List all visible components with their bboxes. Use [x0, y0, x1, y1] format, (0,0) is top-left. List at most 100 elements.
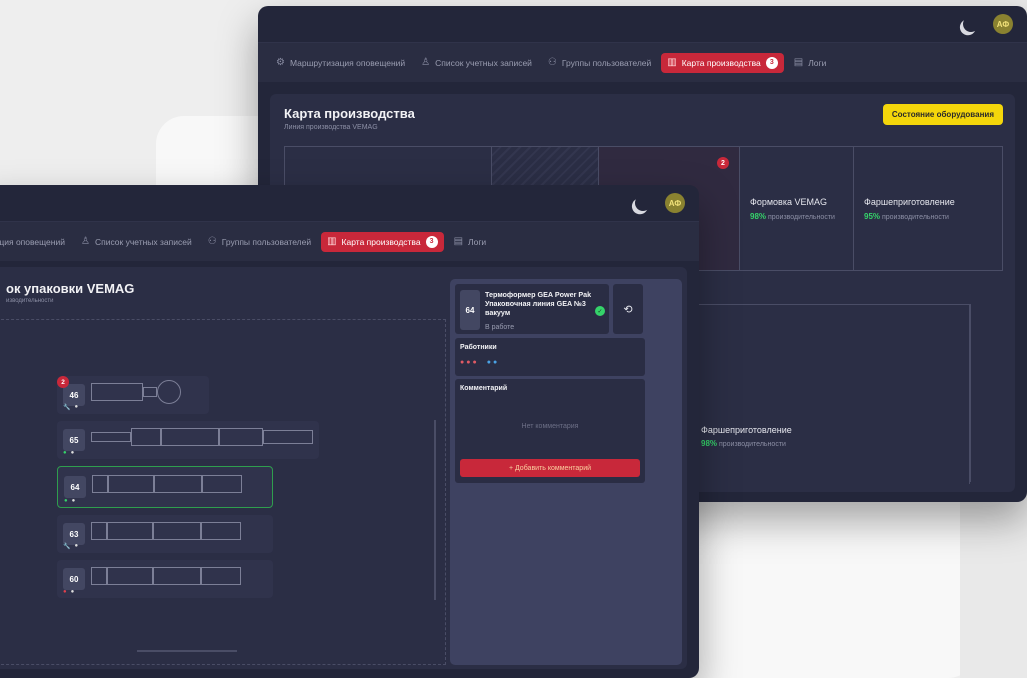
zone-performance: 98% производительности	[750, 212, 835, 221]
logs-icon: ▤	[453, 236, 464, 247]
line-status-icons: 🔧 ●	[63, 543, 78, 550]
page-title: ок упаковки VEMAG	[6, 281, 135, 296]
nav-item-logs[interactable]: ▤ Логи	[448, 232, 493, 251]
equipment-status-button[interactable]: Состояние оборудования	[882, 104, 1003, 125]
nav-item-groups[interactable]: ⚇ Группы пользователей	[542, 53, 657, 72]
machine-block	[91, 567, 107, 585]
nav-item-label: Список учетных записей	[435, 57, 532, 68]
user-icon: ♙	[80, 236, 90, 247]
zone-mince-2[interactable]: Фаршеприготовление 98% производительност…	[690, 304, 970, 484]
line-number: 63	[63, 523, 85, 545]
map-icon: ▥	[667, 57, 677, 68]
line-number: 60	[63, 568, 85, 590]
machine-name: Термоформер GEA Power Pak Упаковочная ли…	[485, 290, 592, 317]
person-icon: ●	[74, 404, 79, 410]
line-status-icons: ● ●	[63, 589, 74, 595]
horizontal-scrollbar[interactable]	[137, 650, 237, 652]
machine-card[interactable]: 64 Термоформер GEA Power Pak Упаковочная…	[455, 284, 609, 334]
machine-block	[154, 475, 202, 493]
comments-title: Комментарий	[460, 385, 508, 392]
line-row-63[interactable]: 63 🔧 ●	[57, 515, 273, 553]
machine-drawing	[91, 522, 241, 540]
worker-icon[interactable]: ●	[472, 359, 476, 366]
worker-icon[interactable]: ●	[466, 359, 470, 366]
line-map: 46 2 🔧 ● 65 ● ● 64 ● ● 63 🔧 ● 60 ● ●	[0, 319, 446, 665]
alert-badge: 2	[717, 157, 729, 169]
machine-block	[108, 475, 154, 493]
top-bar: АФ	[258, 6, 1027, 42]
map-icon: ▥	[327, 236, 337, 247]
line-status-icons: ● ●	[64, 498, 75, 504]
add-comment-button[interactable]: + Добавить комментарий	[460, 459, 640, 477]
nav-item-label: Маршрутизация оповещений	[289, 57, 406, 68]
machine-drawing	[91, 567, 241, 585]
nav-item-production-map[interactable]: ▥ Карта производства 3	[661, 52, 784, 73]
worker-icon[interactable]: ●	[460, 359, 464, 366]
main-nav: изация оповещений ♙ Список учетных запис…	[0, 221, 699, 261]
page-subtitle: изводительности	[6, 298, 54, 304]
check-icon: ✓	[595, 306, 605, 316]
line-number: 46 2	[57, 376, 85, 406]
moon-icon[interactable]	[633, 193, 654, 214]
zone-forming[interactable]: Формовка VEMAG 98% производительности	[739, 146, 854, 271]
nav-item-routing[interactable]: изация оповещений	[0, 233, 71, 251]
machine-detail-panel: 64 Термоформер GEA Power Pak Упаковочная…	[450, 279, 682, 665]
zone-performance: 95% производительности	[864, 212, 949, 221]
line-row-65[interactable]: 65 ● ●	[57, 421, 319, 459]
machine-block	[201, 522, 241, 540]
nav-item-accounts[interactable]: ♙ Список учетных записей	[415, 53, 538, 72]
worker-icon[interactable]: ●	[493, 359, 497, 366]
ok-icon: ●	[64, 498, 68, 504]
routing-icon: ⚙	[276, 57, 285, 68]
nav-item-label: Группы пользователей	[561, 57, 652, 68]
line-row-46[interactable]: 46 2 🔧 ●	[57, 376, 209, 414]
zone-performance: 98% производительности	[701, 439, 786, 448]
nav-item-routing[interactable]: ⚙ Маршрутизация оповещений	[270, 53, 411, 72]
machine-drawing	[92, 475, 242, 493]
zone-mince-1[interactable]: Фаршеприготовление 95% производительност…	[853, 146, 1003, 271]
machine-block	[143, 387, 157, 397]
person-icon: ●	[74, 543, 79, 549]
machine-block	[107, 567, 153, 585]
nav-badge: 3	[765, 56, 778, 69]
zone-name: Формовка VEMAG	[750, 197, 827, 207]
workers-card: Работники ● ● ● ● ●	[455, 338, 645, 376]
line-row-60[interactable]: 60 ● ●	[57, 560, 273, 598]
nav-badge: 3	[425, 235, 438, 248]
machine-status: В работе	[485, 324, 515, 331]
nav-item-production-map[interactable]: ▥ Карта производства 3	[321, 231, 444, 252]
machine-block	[107, 522, 153, 540]
packing-line-panel: ок упаковки VEMAG изводительности 46 2 🔧…	[0, 267, 687, 669]
nav-item-label: Карта производства	[341, 236, 421, 247]
page-subtitle: Линия производства VEMAG	[284, 124, 378, 131]
machine-block	[263, 430, 313, 444]
line-status-icons: ● ●	[63, 450, 74, 456]
moon-icon[interactable]	[961, 14, 982, 35]
line-row-64[interactable]: 64 ● ●	[57, 466, 273, 508]
line-number: 65	[63, 429, 85, 451]
comments-card: Комментарий Нет комментария + Добавить к…	[455, 379, 645, 483]
zone-name: Фаршеприготовление	[701, 425, 792, 435]
workers-title: Работники	[460, 344, 497, 351]
alert-badge: 2	[57, 376, 69, 388]
machine-drum	[157, 380, 181, 404]
machine-block	[153, 567, 201, 585]
error-icon: ●	[63, 589, 67, 595]
logs-icon: ▤	[793, 57, 804, 68]
nav-item-logs[interactable]: ▤ Логи	[788, 53, 833, 72]
group-icon: ⚇	[547, 57, 557, 68]
avatar[interactable]: АФ	[665, 193, 685, 213]
machine-drawing	[91, 380, 181, 404]
machine-block	[202, 475, 242, 493]
nav-item-label: Список учетных записей	[94, 236, 192, 247]
nav-item-label: Группы пользователей	[221, 236, 312, 247]
machine-drawing	[91, 428, 313, 446]
nav-item-accounts[interactable]: ♙ Список учетных записей	[75, 232, 198, 251]
front-window: АФ изация оповещений ♙ Список учетных за…	[0, 185, 699, 678]
history-button[interactable]: ⟲	[613, 284, 643, 334]
ok-icon: ●	[63, 450, 67, 456]
avatar[interactable]: АФ	[993, 14, 1013, 34]
worker-icon[interactable]: ●	[487, 359, 491, 366]
vertical-scrollbar[interactable]	[434, 420, 436, 600]
nav-item-groups[interactable]: ⚇ Группы пользователей	[202, 232, 317, 251]
